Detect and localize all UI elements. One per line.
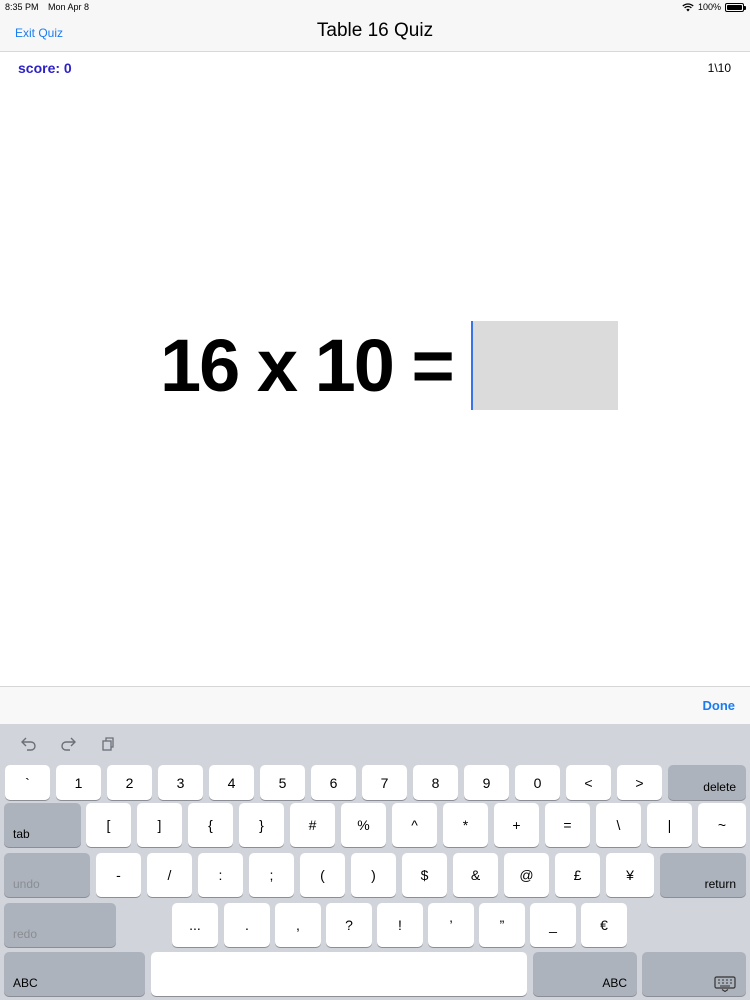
key-0[interactable]: 0 (515, 765, 560, 800)
key-slash[interactable]: / (147, 853, 192, 897)
undo-key[interactable]: undo (4, 853, 90, 897)
wifi-icon (682, 2, 694, 11)
key-euro[interactable]: € (581, 903, 627, 947)
key-caret[interactable]: ^ (392, 803, 437, 847)
key-close-bracket[interactable]: ] (137, 803, 182, 847)
status-bar: 8:35 PM Mon Apr 8 100% (0, 0, 750, 16)
key-plus[interactable]: + (494, 803, 539, 847)
battery-percent: 100% (697, 2, 721, 12)
key-less-than[interactable]: < (566, 765, 611, 800)
key-at[interactable]: @ (504, 853, 549, 897)
key-percent[interactable]: % (341, 803, 386, 847)
question-text: 16 x 10 = (160, 324, 455, 407)
key-period[interactable]: . (224, 903, 270, 947)
key-8[interactable]: 8 (413, 765, 458, 800)
redo-icon[interactable] (58, 734, 78, 754)
delete-key[interactable]: delete (668, 765, 746, 800)
key-tilde[interactable]: ~ (698, 803, 746, 847)
key-pipe[interactable]: | (647, 803, 692, 847)
status-right: 100% (682, 2, 746, 12)
key-open-brace[interactable]: { (188, 803, 233, 847)
nav-bar: Exit Quiz Table 16 Quiz (0, 16, 750, 52)
key-equals[interactable]: = (545, 803, 590, 847)
key-exclamation[interactable]: ! (377, 903, 423, 947)
key-6[interactable]: 6 (311, 765, 356, 800)
key-dollar[interactable]: $ (402, 853, 447, 897)
key-open-paren[interactable]: ( (300, 853, 345, 897)
dismiss-keyboard-key[interactable] (642, 952, 746, 996)
key-ellipsis[interactable]: ... (172, 903, 218, 947)
key-backslash[interactable]: \ (596, 803, 641, 847)
quiz-screen: 8:35 PM Mon Apr 8 100% Exit Quiz Table 1… (0, 0, 750, 1000)
key-underscore[interactable]: _ (530, 903, 576, 947)
key-9[interactable]: 9 (464, 765, 509, 800)
status-date: Mon Apr 8 (48, 2, 90, 12)
key-comma[interactable]: , (275, 903, 321, 947)
paste-icon[interactable] (98, 734, 118, 754)
return-key[interactable]: return (660, 853, 746, 897)
space-bar[interactable] (151, 952, 527, 996)
answer-input[interactable] (471, 321, 618, 410)
key-minus[interactable]: - (96, 853, 141, 897)
abc-key-right[interactable]: ABC (533, 952, 637, 996)
battery-icon (725, 2, 746, 12)
key-pound[interactable]: £ (555, 853, 600, 897)
key-semicolon[interactable]: ; (249, 853, 294, 897)
key-4[interactable]: 4 (209, 765, 254, 800)
key-yen[interactable]: ¥ (606, 853, 654, 897)
tab-key[interactable]: tab (4, 803, 81, 847)
key-close-paren[interactable]: ) (351, 853, 396, 897)
key-3[interactable]: 3 (158, 765, 203, 800)
key-asterisk[interactable]: * (443, 803, 488, 847)
key-close-brace[interactable]: } (239, 803, 284, 847)
abc-key-left[interactable]: ABC (4, 952, 145, 996)
key-7[interactable]: 7 (362, 765, 407, 800)
key-ampersand[interactable]: & (453, 853, 498, 897)
score-label: score: 0 (18, 60, 72, 76)
question-row: 16 x 10 = (160, 322, 455, 410)
key-colon[interactable]: : (198, 853, 243, 897)
key-question[interactable]: ? (326, 903, 372, 947)
key-backtick[interactable]: ` (5, 765, 50, 800)
key-hash[interactable]: # (290, 803, 335, 847)
key-5[interactable]: 5 (260, 765, 305, 800)
key-apostrophe[interactable]: ’ (428, 903, 474, 947)
keyboard: ` 1 2 3 4 5 6 7 8 9 0 < > delete tab [ ]… (0, 724, 750, 1000)
question-progress: 1\10 (707, 61, 731, 75)
key-1[interactable]: 1 (56, 765, 101, 800)
redo-key[interactable]: redo (4, 903, 116, 947)
undo-icon[interactable] (19, 734, 39, 754)
key-open-bracket[interactable]: [ (86, 803, 131, 847)
keyboard-dismiss-icon (714, 976, 736, 992)
status-time: 8:35 PM (5, 2, 39, 12)
keyboard-accessory-bar: Done (0, 686, 750, 724)
key-greater-than[interactable]: > (617, 765, 662, 800)
key-quote[interactable]: ” (479, 903, 525, 947)
done-button[interactable]: Done (703, 698, 736, 713)
key-2[interactable]: 2 (107, 765, 152, 800)
page-title: Table 16 Quiz (316, 20, 434, 41)
